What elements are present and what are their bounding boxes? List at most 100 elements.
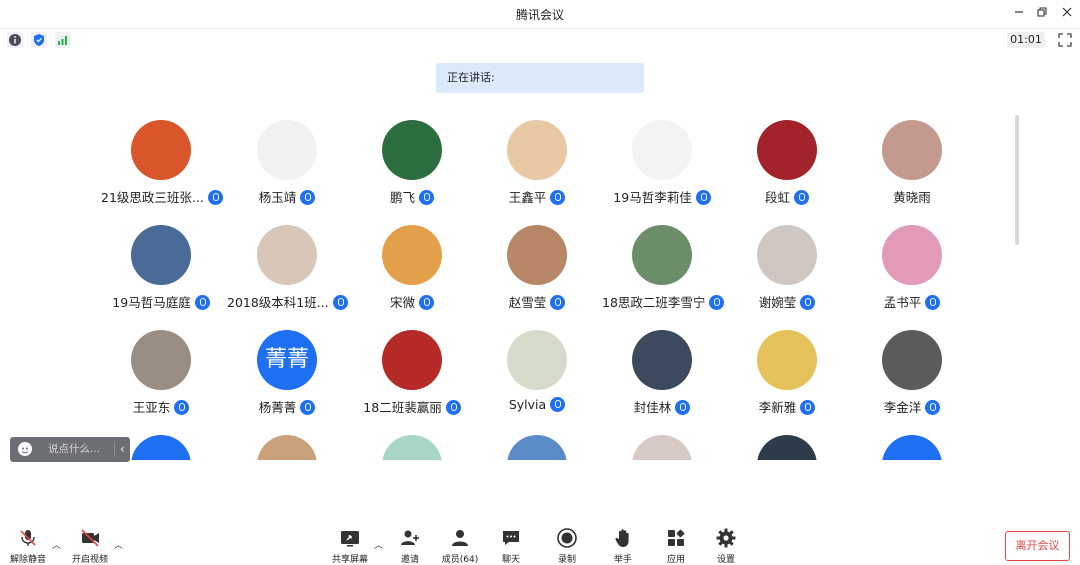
participant-name-line: 段虹 [727,187,847,206]
fullscreen-icon[interactable] [1056,31,1074,49]
participant-tile[interactable] [602,425,722,460]
raise-hand-button[interactable]: 举手 [598,527,648,565]
record-label: 录制 [557,555,576,565]
participant-tile[interactable] [852,425,972,460]
speaking-indicator: 正在讲话: [436,63,644,93]
apps-label: 应用 [666,555,685,565]
settings-button[interactable]: 设置 [701,527,751,565]
mic-muted-icon [20,530,36,546]
invite-button[interactable]: 邀请 [385,527,435,565]
chevron-left-icon[interactable]: ‹ [120,437,125,462]
participant-tile[interactable]: 王鑫平 [477,110,597,210]
chat-button[interactable]: 聊天 [486,527,536,565]
record-button[interactable]: 录制 [542,527,592,565]
info-icon[interactable] [7,32,23,48]
emoji-icon[interactable] [18,442,32,456]
restore-icon[interactable] [1033,5,1051,23]
participant-avatar [382,435,442,460]
participant-name-line: 鹏飞 [352,187,472,206]
mic-active-icon [332,295,348,310]
participant-tile[interactable]: 赵雪莹 [477,215,597,315]
record-icon [557,528,577,548]
participant-avatar: 菁菁 [257,330,317,390]
audio-options-caret-icon[interactable]: ︿ [52,538,61,551]
participant-tile[interactable]: 菁菁 杨菁菁 [227,320,347,420]
participant-name-line: 杨玉靖 [227,187,347,206]
signal-strength-icon[interactable] [55,32,71,48]
participant-name-line: 21级思政三班张... [101,187,223,206]
unmute-button[interactable]: 解除静音 [3,527,53,565]
participant-name: 李金洋 [883,400,922,415]
participant-avatar [382,120,442,180]
participant-tile[interactable]: 李新雅 [727,320,847,420]
participant-avatar [382,330,442,390]
participant-tile[interactable]: 19马哲李莉佳 [602,110,722,210]
share-options-caret-icon[interactable]: ︿ [374,538,383,551]
participant-tile[interactable]: 李金洋 [852,320,972,420]
participant-name: 赵雪莹 [508,295,547,310]
participant-tile[interactable] [227,425,347,460]
participant-name: 谢婉莹 [758,295,797,310]
invite-label: 邀请 [400,555,419,565]
participant-name: 黄晓雨 [893,190,931,205]
participant-name: 鹏飞 [389,190,415,205]
participant-name-line: 封佳林 [602,397,722,416]
participant-tile[interactable] [352,425,472,460]
participant-tile[interactable]: 黄晓雨 [852,110,972,210]
participant-tile[interactable]: 孟书平 [852,215,972,315]
participant-tile[interactable]: 段虹 [727,110,847,210]
participant-name: 段虹 [764,190,790,205]
participant-tile[interactable]: 封佳林 [602,320,722,420]
members-button[interactable]: 成员(64) [435,527,485,565]
participant-avatar [257,225,317,285]
leave-meeting-button[interactable]: 离开会议 [1005,531,1070,561]
mic-active-icon [925,400,941,415]
participant-tile[interactable] [477,425,597,460]
participant-name-line: 李金洋 [852,397,972,416]
share-screen-button[interactable]: 共享屏幕 [325,527,375,565]
participant-tile[interactable]: 杨玉靖 [227,110,347,210]
participant-tile[interactable]: 19马哲马庭庭 [101,215,221,315]
participant-tile[interactable]: Sylvia [477,320,597,420]
quick-chat-box[interactable]: 说点什么... ‹ [10,437,130,462]
participant-avatar [257,120,317,180]
participant-tile[interactable]: 谢婉莹 [727,215,847,315]
participant-tile[interactable] [727,425,847,460]
participant-tile[interactable]: 2018级本科1班... [227,215,348,315]
participant-name-line: 宋微 [352,292,472,311]
participant-tile[interactable]: 王亚东 [101,320,221,420]
participant-tile[interactable]: 宋微 [352,215,472,315]
participant-avatar [757,435,817,460]
participant-name: 王鑫平 [508,190,547,205]
participant-name-line: 18思政二班李雪宁 [602,292,725,311]
close-icon[interactable] [1058,5,1076,23]
mic-active-icon [300,400,316,415]
participant-avatar [632,225,692,285]
chat-input-placeholder[interactable]: 说点什么... [48,437,100,462]
unmute-label: 解除静音 [9,555,46,565]
participant-name-line: 赵雪莹 [477,292,597,311]
participant-tile[interactable]: 18二班裴赢丽 [352,320,472,420]
chat-icon [503,531,519,545]
participant-name: 杨玉靖 [258,190,297,205]
start-video-button[interactable]: 开启视频 [65,527,115,565]
security-shield-icon[interactable] [31,32,47,48]
participant-name-line: 2018级本科1班... [227,292,348,311]
participant-name: 2018级本科1班... [227,295,329,310]
mic-active-icon [550,190,566,205]
participant-name: 李新雅 [758,400,797,415]
chat-label: 聊天 [501,555,520,565]
participant-tile[interactable]: 21级思政三班张... [101,110,223,210]
mic-active-icon [709,295,725,310]
mic-active-icon [925,295,941,310]
members-icon [452,530,468,546]
minimize-icon[interactable] [1010,5,1028,23]
participant-avatar [757,120,817,180]
video-options-caret-icon[interactable]: ︿ [114,538,123,551]
participant-tile[interactable]: 18思政二班李雪宁 [602,215,725,315]
mic-active-icon [419,295,434,310]
participant-scrollbar[interactable] [1015,115,1019,245]
gear-icon [716,528,736,548]
participant-tile[interactable]: 鹏飞 [352,110,472,210]
apps-button[interactable]: 应用 [651,527,701,565]
